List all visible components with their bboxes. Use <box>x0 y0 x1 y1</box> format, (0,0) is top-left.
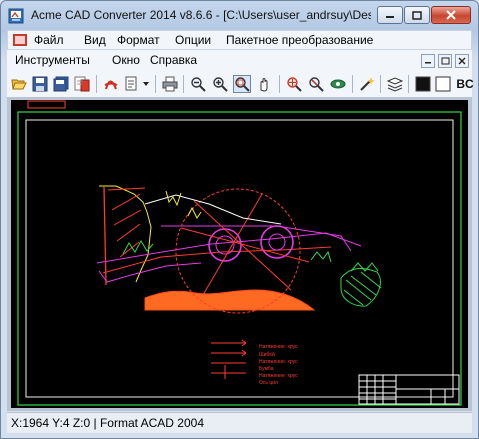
convert-icon <box>74 76 90 92</box>
toolbar-separator <box>96 75 97 93</box>
open-icon <box>11 79 27 90</box>
white-background-icon <box>435 76 451 92</box>
white-background-button[interactable] <box>434 75 452 93</box>
coordinates-status: X:1964 Y:4 Z:0 | Format ACAD 2004 <box>11 416 205 430</box>
toolbar-separator <box>155 75 156 93</box>
main-toolbar: BC <box>7 72 475 98</box>
menu-bar: Файл Вид Формат Опции Пакетное преобразо… <box>7 30 472 50</box>
menu-file[interactable]: Файл <box>34 33 64 47</box>
menu-window[interactable]: Окно <box>112 53 140 67</box>
toolbar-separator <box>279 75 280 93</box>
minimize-icon <box>425 62 431 64</box>
drawing-label: Ось цил <box>259 380 278 386</box>
zoom-extents-button[interactable] <box>307 75 325 93</box>
pan-icon <box>260 78 268 92</box>
orbit-icon <box>330 79 346 89</box>
zoom-window-button[interactable] <box>233 75 251 93</box>
cad-drawing <box>17 100 462 406</box>
drawing-label: Натяжение: хрус <box>259 359 298 365</box>
zoom-out-icon <box>191 77 206 92</box>
export-button[interactable] <box>123 75 141 93</box>
export-icon <box>125 76 137 91</box>
maximize-icon <box>412 10 422 20</box>
menu-batch-convert[interactable]: Пакетное преобразование <box>226 33 373 47</box>
close-icon <box>446 10 456 20</box>
save-button[interactable] <box>31 75 49 93</box>
menu-tools[interactable]: Инструменты <box>15 53 90 67</box>
drawing-label: Натяжение: хрус <box>259 344 298 350</box>
print-button[interactable] <box>161 75 179 93</box>
pdf-icon <box>104 80 118 90</box>
black-background-button[interactable] <box>414 75 432 93</box>
mdi-restore-button[interactable] <box>438 54 452 68</box>
close-icon <box>458 57 466 65</box>
status-bar: X:1964 Y:4 Z:0 | Format ACAD 2004 <box>7 412 472 433</box>
bc-toolbar-label[interactable]: BC <box>455 75 475 93</box>
convert-button[interactable] <box>73 75 91 93</box>
pdf-button[interactable] <box>102 75 120 93</box>
menu-bar-row-2: Инструменты Окно Справка <box>7 50 472 72</box>
export-dropdown-icon <box>143 82 149 86</box>
zoom-extents-icon <box>309 77 324 92</box>
drawing-frame: Натяжение: хрус Шибёй Натяжение: хрус Бу… <box>7 97 472 411</box>
zoom-window-icon <box>235 77 250 92</box>
mdi-close-button[interactable] <box>455 54 469 68</box>
black-background-icon <box>415 76 431 92</box>
drawing-canvas[interactable]: Натяжение: хрус Шибёй Натяжение: хрус Бу… <box>11 100 468 408</box>
menu-format[interactable]: Формат <box>117 33 160 47</box>
open-button[interactable] <box>10 75 28 93</box>
maximize-button[interactable] <box>404 6 430 24</box>
minimize-button[interactable] <box>377 6 403 24</box>
minimize-icon <box>386 16 394 18</box>
save-all-button[interactable] <box>52 75 70 93</box>
layers-button[interactable] <box>386 75 404 93</box>
toolbar-separator <box>352 75 353 93</box>
zoom-realtime-icon <box>287 77 302 92</box>
pan-button[interactable] <box>255 75 273 93</box>
menu-help[interactable]: Справка <box>150 53 197 67</box>
drawing-label: Натяжение: хрус <box>259 373 298 379</box>
save-icon <box>32 76 48 92</box>
export-dropdown-button[interactable] <box>141 75 151 93</box>
menu-view[interactable]: Вид <box>84 33 106 47</box>
document-icon[interactable] <box>12 33 28 47</box>
acme-cad-app-icon <box>8 8 24 24</box>
magic-button[interactable] <box>358 75 376 93</box>
app-window: Acme CAD Converter 2014 v8.6.6 - [C:\Use… <box>0 0 479 439</box>
close-button[interactable] <box>431 6 471 24</box>
mdi-minimize-button[interactable] <box>421 54 435 68</box>
zoom-realtime-button[interactable] <box>285 75 303 93</box>
toolbar-separator <box>183 75 184 93</box>
magic-icon <box>360 77 375 91</box>
window-title: Acme CAD Converter 2014 v8.6.6 - [C:\Use… <box>31 8 371 22</box>
restore-icon <box>441 57 449 65</box>
zoom-in-button[interactable] <box>211 75 229 93</box>
save-all-icon <box>53 76 69 92</box>
layers-icon <box>387 77 403 92</box>
zoom-out-button[interactable] <box>189 75 207 93</box>
print-icon <box>162 76 178 92</box>
zoom-in-icon <box>213 77 228 92</box>
drawing-label: Бумба <box>259 366 274 372</box>
menu-options[interactable]: Опции <box>175 33 211 47</box>
drawing-label: Шибёй <box>259 352 275 358</box>
toolbar-separator <box>408 75 409 93</box>
toolbar-separator <box>380 75 381 93</box>
title-bar[interactable]: Acme CAD Converter 2014 v8.6.6 - [C:\Use… <box>1 1 478 30</box>
orbit-button[interactable] <box>329 75 347 93</box>
